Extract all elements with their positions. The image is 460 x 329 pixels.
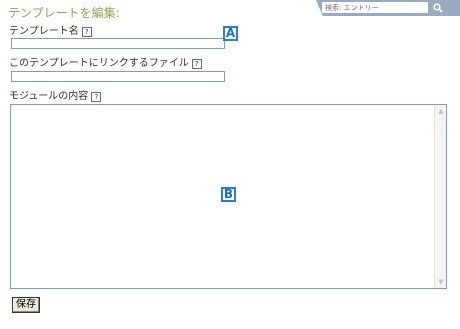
module-content-label: モジュールの内容 ? — [9, 91, 102, 103]
scroll-up-icon[interactable]: ▲ — [436, 106, 446, 116]
page-title: テンプレートを編集: — [8, 6, 120, 20]
linked-file-input[interactable] — [11, 71, 225, 82]
save-button[interactable]: 保存 — [12, 297, 40, 313]
search-button[interactable] — [431, 2, 445, 13]
linked-file-label: このテンプレートにリンクするファイル ? — [9, 58, 202, 70]
help-icon[interactable]: ? — [91, 92, 102, 102]
help-icon[interactable]: ? — [191, 59, 202, 69]
template-name-input[interactable] — [11, 38, 225, 49]
template-name-label-text: テンプレート名 — [9, 26, 79, 37]
linked-file-label-text: このテンプレートにリンクするファイル — [9, 58, 189, 69]
marker-b: B — [221, 187, 236, 202]
marker-a: A — [223, 26, 238, 41]
module-content-label-text: モジュールの内容 — [9, 91, 89, 102]
help-icon[interactable]: ? — [81, 27, 92, 37]
search-icon — [433, 2, 443, 13]
scroll-down-icon[interactable]: ▼ — [436, 277, 446, 287]
template-name-label: テンプレート名 ? — [9, 26, 92, 38]
search-input[interactable] — [322, 2, 428, 13]
scrollbar[interactable]: ▲ ▼ — [434, 105, 446, 288]
